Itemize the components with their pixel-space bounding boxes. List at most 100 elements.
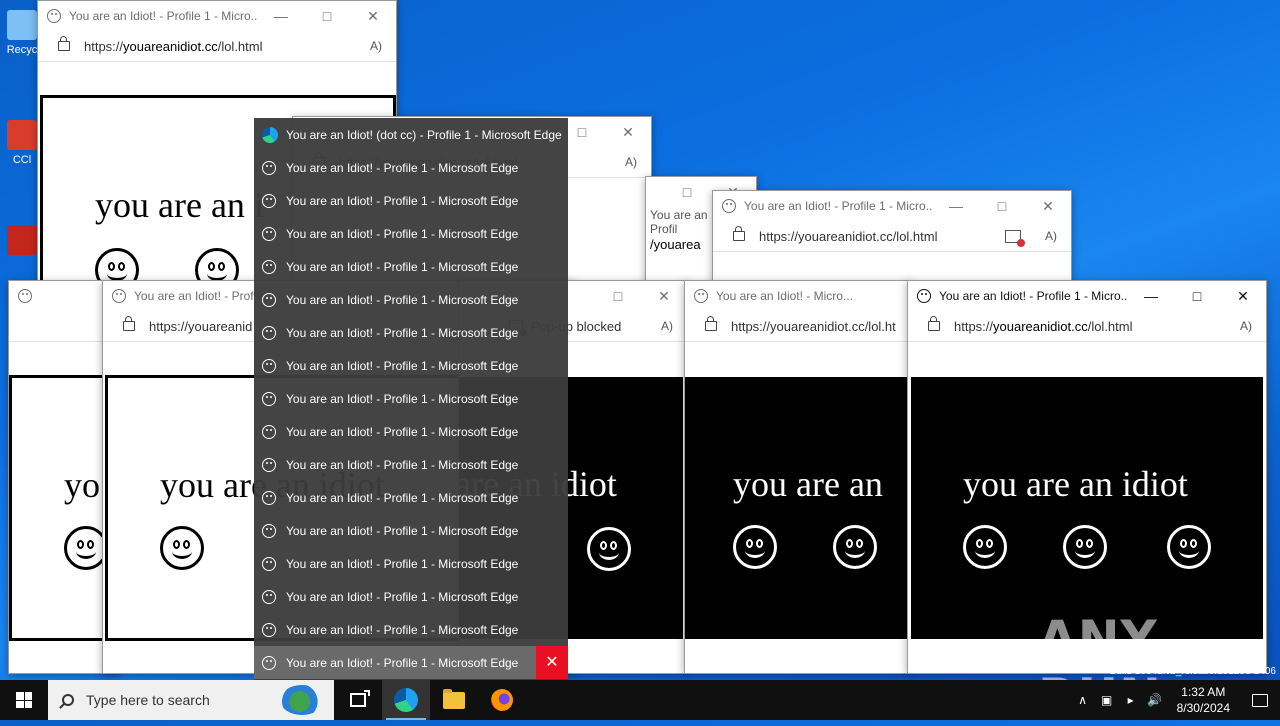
- window-list-item[interactable]: You are an Idiot! - Profile 1 - Microsof…: [254, 481, 568, 514]
- window-list-item[interactable]: You are an Idiot! (dot cc) - Profile 1 -…: [254, 118, 568, 151]
- window-list-item[interactable]: You are an Idiot! - Profile 1 - Microsof…: [254, 250, 568, 283]
- read-aloud-icon[interactable]: A): [1226, 319, 1266, 333]
- window-list-item[interactable]: You are an Idiot! - Profile 1 - Microsof…: [254, 580, 568, 613]
- maximize-button[interactable]: □: [304, 8, 350, 24]
- lock-icon: [705, 316, 717, 331]
- notification-icon: [1252, 693, 1268, 707]
- window-title: You are an Idiot! - Profile 1 - Micro...: [939, 289, 1128, 303]
- window-list-item[interactable]: You are an Idiot! - Profile 1 - Microsof…: [254, 613, 568, 646]
- taskbar-edge[interactable]: [382, 680, 430, 720]
- system-tray: ∧ ▣ ▸ 🔊 1:32 AM 8/30/2024: [1071, 680, 1280, 720]
- window-list-label: You are an Idiot! - Profile 1 - Microsof…: [286, 490, 519, 505]
- taskbar-window-list: You are an Idiot! (dot cc) - Profile 1 -…: [254, 118, 568, 680]
- smiley-icon: [262, 193, 276, 208]
- maximize-button[interactable]: □: [1174, 288, 1220, 304]
- window-list-item[interactable]: You are an Idiot! - Profile 1 - Microsof…: [254, 184, 568, 217]
- lock-icon: [123, 316, 135, 331]
- volume-icon[interactable]: 🔊: [1143, 693, 1167, 707]
- title-bar[interactable]: You are an Idiot! - Micro...: [685, 281, 911, 311]
- read-aloud-icon[interactable]: A): [647, 319, 687, 333]
- window-list-item[interactable]: You are an Idiot! - Profile 1 - Microsof…: [254, 151, 568, 184]
- address-bar[interactable]: https://youareanidiot.cc/lol.html A): [38, 31, 396, 62]
- smiley-icon: [47, 9, 61, 23]
- taskbar-file-explorer[interactable]: [430, 680, 478, 720]
- url-text[interactable]: https://youareanidiot.cc/lol.html: [954, 319, 1226, 334]
- close-button[interactable]: ✕: [641, 288, 687, 305]
- window-list-label: You are an Idiot! - Profile 1 - Microsof…: [286, 523, 519, 538]
- window-list-label: You are an Idiot! - Profile 1 - Microsof…: [286, 292, 519, 307]
- address-bar[interactable]: https://youareanidiot.cc/lol.ht: [685, 311, 911, 342]
- minimize-button[interactable]: —: [258, 8, 304, 24]
- smiley-face-icon: [160, 526, 204, 570]
- popup-blocked-icon[interactable]: [1005, 229, 1025, 247]
- title-bar[interactable]: You are an Idiot! - Profile 1 - Micro...…: [38, 1, 396, 31]
- window-list-item[interactable]: You are an Idiot! - Profile 1 - Microsof…: [254, 382, 568, 415]
- browser-window[interactable]: You are an Idiot! - Micro... https://you…: [684, 280, 912, 674]
- window-list-label: You are an Idiot! - Profile 1 - Microsof…: [286, 589, 519, 604]
- address-bar[interactable]: https://youareanidiot.cc/lol.html A): [713, 221, 1071, 252]
- window-list-item-hovered[interactable]: You are an Idiot! - Profile 1 - Microsof…: [254, 646, 568, 679]
- window-list-item[interactable]: You are an Idiot! - Profile 1 - Microsof…: [254, 448, 568, 481]
- smiley-icon: [262, 655, 276, 670]
- smiley-icon: [262, 391, 276, 406]
- windows-logo-icon: [16, 692, 32, 708]
- smiley-icon: [262, 556, 276, 571]
- window-list-item[interactable]: You are an Idiot! - Profile 1 - Microsof…: [254, 283, 568, 316]
- window-list-item[interactable]: You are an Idiot! - Profile 1 - Microsof…: [254, 217, 568, 250]
- smiley-icon: [694, 289, 708, 303]
- smiley-icon: [18, 289, 32, 303]
- search-box[interactable]: Type here to search: [48, 680, 334, 720]
- minimize-button[interactable]: —: [933, 198, 979, 214]
- maximize-button[interactable]: □: [664, 184, 710, 200]
- search-highlight-icon: [280, 685, 324, 715]
- window-list-label: You are an Idiot! - Profile 1 - Microsof…: [286, 556, 519, 571]
- clock-time: 1:32 AM: [1181, 685, 1226, 699]
- window-list-item[interactable]: You are an Idiot! - Profile 1 - Microsof…: [254, 316, 568, 349]
- pen-icon[interactable]: ▸: [1119, 693, 1143, 707]
- read-aloud-icon[interactable]: A): [611, 155, 651, 169]
- title-bar[interactable]: You are an Idiot! - Profile 1 - Micro...…: [713, 191, 1071, 221]
- window-list-label: You are an Idiot! - Profile 1 - Microsof…: [286, 391, 519, 406]
- network-icon[interactable]: ▣: [1095, 693, 1119, 707]
- window-list-label: You are an Idiot! - Profile 1 - Microsof…: [286, 358, 519, 373]
- smiley-face-icon: [833, 525, 877, 569]
- app-icon: [7, 225, 37, 255]
- read-aloud-icon[interactable]: A): [356, 39, 396, 53]
- start-button[interactable]: [0, 680, 48, 720]
- close-button[interactable]: ✕: [1025, 198, 1071, 215]
- window-list-label: You are an Idiot! - Profile 1 - Microsof…: [286, 259, 519, 274]
- window-list-item[interactable]: You are an Idiot! - Profile 1 - Microsof…: [254, 514, 568, 547]
- window-list-label: You are an Idiot! - Profile 1 - Microsof…: [286, 655, 519, 670]
- task-view-icon: [350, 690, 370, 707]
- smiley-face-icon: [733, 525, 777, 569]
- smiley-icon: [262, 622, 276, 637]
- maximize-button[interactable]: □: [979, 198, 1025, 214]
- maximize-button[interactable]: □: [595, 288, 641, 304]
- window-list-items: You are an Idiot! - Profile 1 - Microsof…: [254, 151, 568, 646]
- minimize-button[interactable]: —: [1128, 288, 1174, 304]
- window-list-label: You are an Idiot! - Profile 1 - Microsof…: [286, 226, 519, 241]
- task-view-button[interactable]: [334, 680, 382, 720]
- url-text[interactable]: https://youareanidiot.cc/lol.html: [84, 39, 356, 54]
- close-button[interactable]: ✕: [1220, 288, 1266, 305]
- window-list-item[interactable]: You are an Idiot! - Profile 1 - Microsof…: [254, 349, 568, 382]
- title-bar[interactable]: You are an Idiot! - Profile 1 - Micro...…: [908, 281, 1266, 311]
- address-bar[interactable]: https://youareanidiot.cc/lol.html A): [908, 311, 1266, 342]
- close-button[interactable]: ✕: [605, 124, 651, 141]
- url-text[interactable]: https://youareanidiot.cc/lol.ht: [731, 319, 911, 334]
- browser-window[interactable]: You are an Idiot! - Profile 1 - Micro...…: [712, 190, 1072, 292]
- clock[interactable]: 1:32 AM 8/30/2024: [1167, 684, 1240, 716]
- desktop-icon-label: CCl: [12, 154, 32, 166]
- taskbar-firefox[interactable]: [478, 680, 526, 720]
- close-button[interactable]: ✕: [350, 8, 396, 25]
- search-icon: [62, 694, 74, 706]
- taskbar: Type here to search ∧ ▣ ▸ 🔊 1:32 AM 8/30…: [0, 680, 1280, 720]
- read-aloud-icon[interactable]: A): [1031, 229, 1071, 243]
- idiot-text: you are an i: [95, 185, 264, 225]
- close-window-button[interactable]: ✕: [536, 646, 568, 679]
- notification-button[interactable]: [1240, 680, 1280, 720]
- url-text[interactable]: https://youareanidiot.cc/lol.html: [759, 229, 1005, 244]
- tray-overflow-icon[interactable]: ∧: [1071, 693, 1095, 707]
- window-list-item[interactable]: You are an Idiot! - Profile 1 - Microsof…: [254, 547, 568, 580]
- window-list-item[interactable]: You are an Idiot! - Profile 1 - Microsof…: [254, 415, 568, 448]
